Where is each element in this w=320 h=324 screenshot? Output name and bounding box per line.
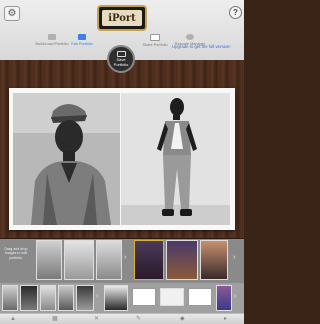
- thumbnail-image[interactable]: [76, 285, 94, 311]
- app-logo: iPort: [97, 5, 147, 31]
- thumbnail-image[interactable]: [64, 240, 94, 280]
- model-portrait-image: [13, 93, 120, 225]
- portfolio-photo-left[interactable]: [13, 93, 120, 225]
- bottom-toolbar: ▲ ▦ ✕ ✎ ◆ ▸: [0, 313, 244, 324]
- next-icon[interactable]: ▸: [224, 316, 227, 322]
- thumbnail-image[interactable]: [200, 240, 228, 280]
- settings-gear-icon[interactable]: ⚙: [4, 6, 20, 21]
- thumbnail-image[interactable]: [58, 285, 74, 311]
- magazine-logo-thumbnail[interactable]: [188, 288, 212, 306]
- help-icon[interactable]: ?: [229, 6, 242, 19]
- thumbnail-image[interactable]: [40, 285, 56, 311]
- tab-edit-portfolio[interactable]: Edit Portfolio: [60, 34, 104, 58]
- thumbnail-image[interactable]: [36, 240, 62, 280]
- drag-drop-hint: Drag and drop images to edit portfolio.: [4, 247, 28, 260]
- save-portfolio-button[interactable]: Save Portfolio: [107, 45, 135, 73]
- tab-label: Edit Portfolio: [71, 42, 93, 46]
- chevron-right-icon[interactable]: ›: [233, 254, 235, 261]
- thumbnail-image[interactable]: [216, 285, 232, 311]
- tab-label: Resume Manager: [174, 42, 206, 46]
- thumbnail-image[interactable]: [104, 285, 128, 311]
- tab-resume-manager[interactable]: Resume Manager: [168, 34, 212, 58]
- chevron-right-icon[interactable]: ›: [96, 293, 98, 300]
- edit-portfolio-icon: [78, 34, 86, 40]
- import-icon[interactable]: ▲: [10, 316, 16, 322]
- model-full-length-image: [121, 93, 230, 225]
- tools-icon[interactable]: ✕: [94, 316, 99, 322]
- portfolio-icon: [116, 50, 126, 57]
- envelope-icon: [150, 34, 160, 41]
- chevron-right-icon[interactable]: ›: [234, 293, 236, 300]
- portfolio-photo-right[interactable]: [121, 93, 230, 225]
- center-button-label: Save Portfolio: [113, 56, 129, 67]
- thumbnail-image[interactable]: [166, 240, 198, 280]
- magazine-logo-thumbnail[interactable]: [132, 288, 156, 306]
- chevron-right-icon[interactable]: ›: [124, 254, 126, 261]
- thumbnail-image[interactable]: [96, 240, 122, 280]
- thumbnail-image[interactable]: [20, 285, 38, 311]
- build-portfolio-icon: [48, 34, 56, 40]
- thumbnail-image[interactable]: [2, 285, 18, 311]
- logo-text: iPort: [108, 12, 136, 24]
- portfolio-page[interactable]: [9, 88, 235, 230]
- library-icon[interactable]: ▦: [52, 316, 58, 322]
- thumbnail-image[interactable]: [160, 288, 184, 306]
- resume-icon: [186, 34, 194, 40]
- thumbnail-image[interactable]: [134, 240, 164, 280]
- tag-icon[interactable]: ◆: [180, 316, 185, 322]
- edit-icon[interactable]: ✎: [136, 316, 141, 322]
